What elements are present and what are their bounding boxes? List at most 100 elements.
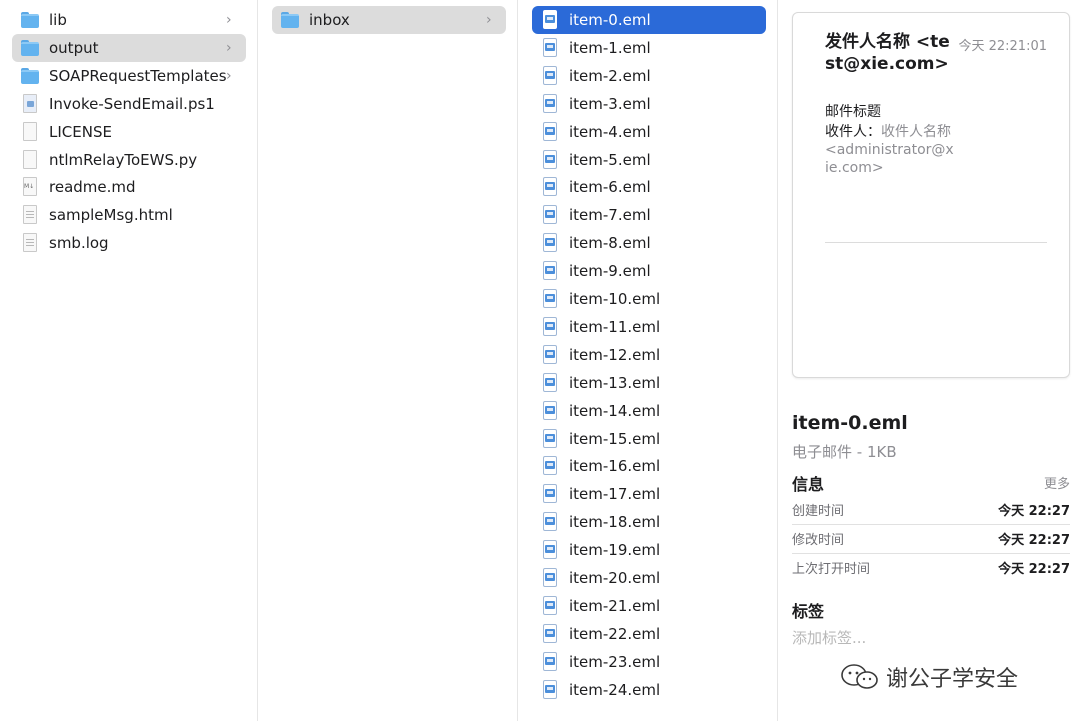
last-opened-label: 上次打开时间 — [792, 562, 871, 577]
email-preview-thumbnail[interactable]: 发件人名称 <test@xie.com> 今天 22:21:01 邮件标题 收件… — [792, 12, 1070, 378]
email-file-icon — [540, 679, 560, 700]
tags-section-title: 标签 — [792, 602, 825, 621]
more-button[interactable]: 更多 — [1044, 473, 1070, 492]
item-label: output — [49, 38, 99, 57]
finder-column-inbox[interactable]: item-0.eml item-1.eml item-2.eml item-3.eml… — [519, 0, 778, 721]
item-label: item-9.eml — [569, 262, 651, 281]
email-file-icon — [540, 149, 560, 170]
email-file-row[interactable]: item-1.eml — [532, 34, 766, 62]
email-file-row[interactable]: item-10.eml — [532, 285, 766, 313]
email-file-icon — [540, 233, 560, 253]
chevron-right-icon: › — [226, 12, 232, 28]
email-sender: 发件人名称 <test@xie.com> — [825, 32, 950, 74]
markdown-file-icon — [20, 177, 40, 197]
file-row[interactable]: SOAPRequestTemplates › — [12, 62, 246, 90]
email-file-row[interactable]: item-7.eml — [532, 201, 766, 229]
email-file-icon — [540, 65, 560, 86]
item-label: item-23.eml — [569, 652, 661, 671]
last-opened-value: 今天 22:27 — [998, 562, 1070, 577]
item-label: item-3.eml — [569, 94, 651, 113]
item-label: item-18.eml — [569, 513, 661, 532]
file-row[interactable]: lib › — [12, 6, 246, 34]
item-label: item-10.eml — [569, 290, 661, 308]
file-row[interactable]: smb.log — [12, 229, 246, 257]
email-file-icon — [540, 316, 560, 337]
item-label: item-1.eml — [569, 38, 651, 57]
email-file-row[interactable]: item-5.eml — [532, 146, 766, 174]
item-label: inbox — [309, 11, 350, 29]
finder-column-root[interactable]: lib › output › SOAPRequestTemplates › Invoke-S… — [0, 0, 258, 721]
file-row[interactable]: readme.md — [12, 173, 246, 201]
email-file-icon — [540, 651, 560, 672]
add-tags-input[interactable]: 添加标签... — [792, 627, 866, 648]
email-file-row[interactable]: item-4.eml — [532, 118, 766, 146]
email-file-icon — [540, 10, 560, 30]
email-file-row[interactable]: item-8.eml — [532, 229, 766, 257]
file-row[interactable]: LICENSE — [12, 118, 246, 146]
email-subject: 邮件标题 — [825, 104, 881, 120]
email-file-icon — [540, 595, 560, 616]
email-file-icon — [540, 568, 560, 588]
item-label: item-21.eml — [569, 596, 661, 615]
item-label: item-15.eml — [569, 429, 661, 448]
email-time: 今天 22:21:01 — [958, 39, 1047, 54]
folder-icon — [280, 10, 300, 30]
email-file-icon — [540, 372, 560, 393]
modified-value: 今天 22:27 — [998, 533, 1070, 548]
email-file-icon — [540, 205, 560, 225]
email-file-row[interactable]: item-19.eml — [532, 536, 766, 564]
email-file-row[interactable]: item-24.eml — [532, 676, 766, 704]
email-file-row[interactable]: item-23.eml — [532, 648, 766, 676]
blank-file-icon — [20, 121, 40, 142]
item-label: item-6.eml — [569, 178, 651, 197]
item-label: item-22.eml — [569, 624, 661, 643]
email-file-row[interactable]: item-9.eml — [532, 257, 766, 285]
chevron-right-icon: › — [486, 12, 492, 28]
item-label: LICENSE — [49, 122, 112, 141]
item-label: item-2.eml — [569, 66, 651, 85]
blank-file-icon — [20, 149, 40, 170]
preview-divider — [825, 242, 1047, 243]
email-file-row[interactable]: item-17.eml — [532, 480, 766, 508]
email-file-row[interactable]: item-12.eml — [532, 341, 766, 369]
email-file-row[interactable]: item-3.eml — [532, 90, 766, 118]
chevron-right-icon: › — [226, 67, 232, 84]
item-label: item-16.eml — [569, 457, 661, 476]
email-file-row[interactable]: item-15.eml — [532, 425, 766, 453]
file-row[interactable]: Invoke-SendEmail.ps1 — [12, 90, 246, 118]
email-file-row[interactable]: item-13.eml — [532, 369, 766, 397]
email-file-row[interactable]: item-2.eml — [532, 62, 766, 90]
file-row[interactable]: sampleMsg.html — [12, 201, 246, 229]
file-row[interactable]: ntlmRelayToEWS.py — [12, 146, 246, 174]
email-file-row[interactable]: item-14.eml — [532, 397, 766, 425]
created-row: 创建时间 今天 22:27 — [792, 495, 1070, 524]
email-file-row[interactable]: item-22.eml — [532, 620, 766, 648]
email-file-row[interactable]: item-0.eml — [532, 6, 766, 34]
file-row[interactable]: output › — [12, 33, 246, 62]
email-recipient: 收件人：收件人名称 <administrator@xie.com> — [825, 123, 955, 177]
email-file-row[interactable]: item-18.eml — [532, 508, 766, 536]
last-opened-row: 上次打开时间 今天 22:27 — [792, 553, 1070, 582]
email-file-row[interactable]: item-16.eml — [532, 452, 766, 480]
email-file-row[interactable]: item-11.eml — [532, 313, 766, 341]
email-file-icon — [540, 261, 560, 281]
email-file-icon — [540, 344, 560, 365]
finder-column-output[interactable]: inbox › — [259, 0, 518, 721]
watermark: 谢公子学安全 — [840, 660, 1018, 694]
email-file-row[interactable]: item-21.eml — [532, 592, 766, 620]
created-label: 创建时间 — [792, 504, 845, 519]
folder-row-inbox[interactable]: inbox › — [272, 6, 506, 34]
item-label: item-5.eml — [569, 150, 651, 169]
email-file-icon — [540, 93, 560, 114]
item-label: smb.log — [49, 234, 109, 253]
item-label: item-8.eml — [569, 234, 651, 253]
email-file-icon — [540, 623, 560, 644]
document-file-icon — [20, 205, 40, 225]
modified-row: 修改时间 今天 22:27 — [792, 524, 1070, 553]
email-file-row[interactable]: item-20.eml — [532, 564, 766, 592]
file-kind-size: 电子邮件 - 1KB — [792, 443, 897, 461]
email-file-row[interactable]: item-6.eml — [532, 173, 766, 201]
file-name: item-0.eml — [792, 412, 908, 434]
item-label: ntlmRelayToEWS.py — [49, 150, 198, 169]
preview-pane: 发件人名称 <test@xie.com> 今天 22:21:01 邮件标题 收件… — [779, 0, 1080, 721]
